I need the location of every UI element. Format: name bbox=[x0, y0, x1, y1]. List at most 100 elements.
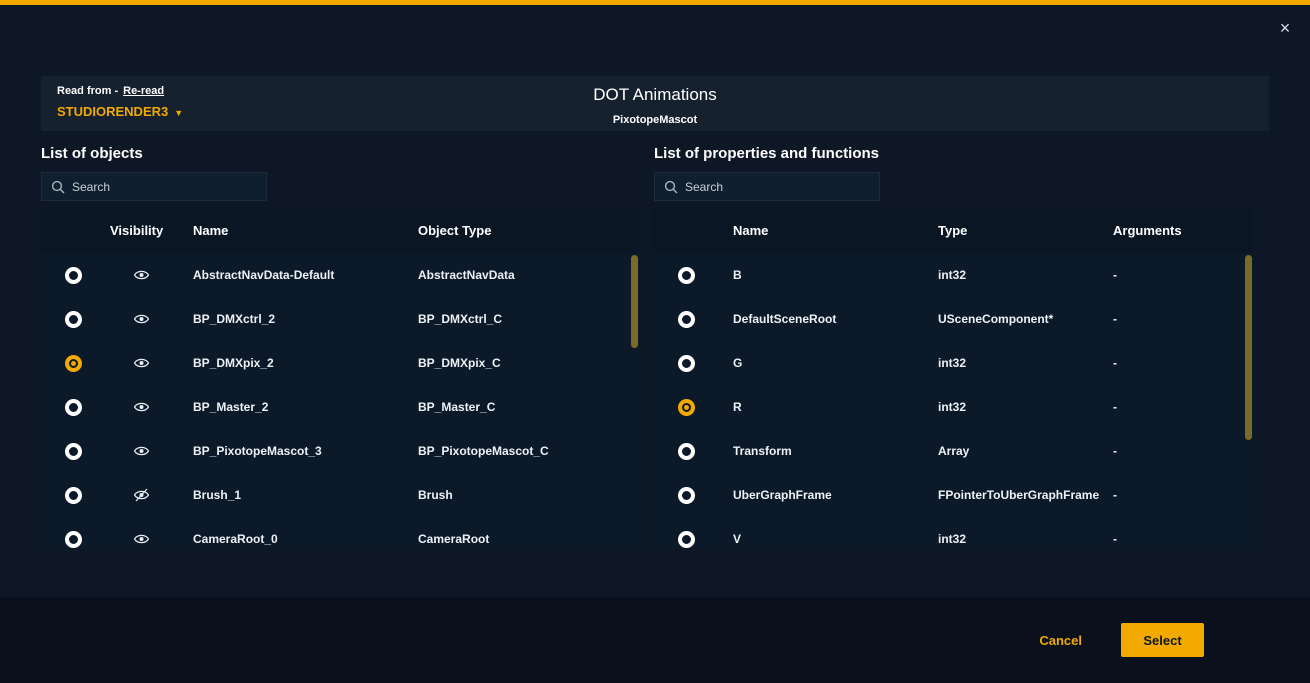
object-name: BP_DMXpix_2 bbox=[193, 356, 418, 370]
column-header-object-type: Object Type bbox=[418, 223, 639, 238]
reread-link[interactable]: Re-read bbox=[123, 85, 164, 97]
row-radio[interactable] bbox=[65, 399, 82, 416]
dialog-title: DOT Animations bbox=[41, 85, 1269, 105]
eye-icon[interactable] bbox=[133, 444, 150, 458]
properties-panel-heading: List of properties and functions bbox=[654, 145, 879, 162]
row-radio[interactable] bbox=[678, 487, 695, 504]
object-type: BP_DMXctrl_C bbox=[418, 312, 639, 326]
eye-icon[interactable] bbox=[133, 488, 150, 502]
footer: Cancel Select bbox=[0, 597, 1310, 683]
table-row[interactable]: UberGraphFrame FPointerToUberGraphFrame … bbox=[654, 473, 1253, 517]
read-from-label: Read from - bbox=[57, 85, 118, 97]
row-radio[interactable] bbox=[678, 267, 695, 284]
row-radio[interactable] bbox=[65, 311, 82, 328]
row-radio[interactable] bbox=[678, 355, 695, 372]
table-row[interactable]: B int32 - bbox=[654, 253, 1253, 297]
properties-scrollbar[interactable] bbox=[1245, 255, 1252, 440]
table-row[interactable]: BP_DMXpix_2 BP_DMXpix_C bbox=[41, 341, 639, 385]
table-row[interactable]: BP_Master_2 BP_Master_C bbox=[41, 385, 639, 429]
property-type: FPointerToUberGraphFrame bbox=[923, 488, 1098, 502]
source-dropdown[interactable]: STUDIORENDER3 ▼ bbox=[57, 104, 183, 119]
row-radio[interactable] bbox=[678, 443, 695, 460]
property-name: G bbox=[718, 356, 923, 370]
object-name: AbstractNavData-Default bbox=[193, 268, 418, 282]
eye-icon[interactable] bbox=[133, 532, 150, 546]
row-radio[interactable] bbox=[65, 487, 82, 504]
object-type: Brush bbox=[418, 488, 639, 502]
eye-icon[interactable] bbox=[133, 312, 150, 326]
property-arguments: - bbox=[1098, 356, 1253, 370]
column-header-name: Name bbox=[193, 223, 418, 238]
object-name: BP_PixotopeMascot_3 bbox=[193, 444, 418, 458]
column-header-name: Name bbox=[718, 223, 923, 238]
property-type: int32 bbox=[923, 400, 1098, 414]
eye-icon[interactable] bbox=[133, 356, 150, 370]
select-button[interactable]: Select bbox=[1121, 623, 1204, 657]
objects-search bbox=[41, 172, 267, 201]
objects-scrollbar[interactable] bbox=[631, 255, 638, 348]
window-accent-bar bbox=[0, 0, 1310, 5]
objects-table-header: Visibility Name Object Type bbox=[41, 208, 639, 253]
column-header-type: Type bbox=[923, 223, 1098, 238]
object-type: BP_PixotopeMascot_C bbox=[418, 444, 639, 458]
source-dropdown-value: STUDIORENDER3 bbox=[57, 104, 168, 119]
eye-icon[interactable] bbox=[133, 268, 150, 282]
objects-table: Visibility Name Object Type AbstractNavD… bbox=[41, 208, 639, 548]
object-name: Brush_1 bbox=[193, 488, 418, 502]
table-row[interactable]: R int32 - bbox=[654, 385, 1253, 429]
object-name: BP_Master_2 bbox=[193, 400, 418, 414]
object-name: CameraRoot_0 bbox=[193, 532, 418, 546]
property-arguments: - bbox=[1098, 488, 1253, 502]
properties-search bbox=[654, 172, 880, 201]
row-radio[interactable] bbox=[65, 531, 82, 548]
header-band: Read from - Re-read STUDIORENDER3 ▼ DOT An… bbox=[41, 76, 1269, 131]
property-name: V bbox=[718, 532, 923, 546]
dialog-subtitle: PixotopeMascot bbox=[41, 114, 1269, 126]
properties-search-input[interactable] bbox=[655, 173, 879, 200]
objects-panel-heading: List of objects bbox=[41, 145, 143, 162]
eye-icon[interactable] bbox=[133, 400, 150, 414]
object-type: BP_DMXpix_C bbox=[418, 356, 639, 370]
chevron-down-icon: ▼ bbox=[174, 108, 183, 118]
object-type: AbstractNavData bbox=[418, 268, 639, 282]
row-radio[interactable] bbox=[678, 531, 695, 548]
property-name: Transform bbox=[718, 444, 923, 458]
search-icon bbox=[51, 180, 66, 195]
object-name: BP_DMXctrl_2 bbox=[193, 312, 418, 326]
property-name: DefaultSceneRoot bbox=[718, 312, 923, 326]
row-radio[interactable] bbox=[678, 311, 695, 328]
property-arguments: - bbox=[1098, 400, 1253, 414]
search-icon bbox=[664, 180, 679, 195]
table-row[interactable]: AbstractNavData-Default AbstractNavData bbox=[41, 253, 639, 297]
properties-table: Name Type Arguments B int32 - DefaultSce… bbox=[654, 208, 1253, 548]
property-type: Array bbox=[923, 444, 1098, 458]
table-row[interactable]: BP_PixotopeMascot_3 BP_PixotopeMascot_C bbox=[41, 429, 639, 473]
property-type: int32 bbox=[923, 532, 1098, 546]
row-radio[interactable] bbox=[65, 267, 82, 284]
object-type: BP_Master_C bbox=[418, 400, 639, 414]
table-row[interactable]: Transform Array - bbox=[654, 429, 1253, 473]
close-icon[interactable]: × bbox=[1274, 17, 1296, 39]
property-type: USceneComponent* bbox=[923, 312, 1098, 326]
property-name: B bbox=[718, 268, 923, 282]
property-arguments: - bbox=[1098, 312, 1253, 326]
property-arguments: - bbox=[1098, 444, 1253, 458]
property-name: R bbox=[718, 400, 923, 414]
table-row[interactable]: DefaultSceneRoot USceneComponent* - bbox=[654, 297, 1253, 341]
cancel-button[interactable]: Cancel bbox=[1039, 633, 1082, 648]
objects-search-input[interactable] bbox=[42, 173, 266, 200]
row-radio[interactable] bbox=[65, 443, 82, 460]
table-row[interactable]: V int32 - bbox=[654, 517, 1253, 548]
property-arguments: - bbox=[1098, 532, 1253, 546]
column-header-visibility: Visibility bbox=[105, 223, 193, 238]
table-row[interactable]: BP_DMXctrl_2 BP_DMXctrl_C bbox=[41, 297, 639, 341]
row-radio[interactable] bbox=[65, 355, 82, 372]
row-radio[interactable] bbox=[678, 399, 695, 416]
table-row[interactable]: Brush_1 Brush bbox=[41, 473, 639, 517]
property-type: int32 bbox=[923, 268, 1098, 282]
column-header-arguments: Arguments bbox=[1098, 223, 1253, 238]
object-type: CameraRoot bbox=[418, 532, 639, 546]
property-arguments: - bbox=[1098, 268, 1253, 282]
table-row[interactable]: G int32 - bbox=[654, 341, 1253, 385]
table-row[interactable]: CameraRoot_0 CameraRoot bbox=[41, 517, 639, 548]
